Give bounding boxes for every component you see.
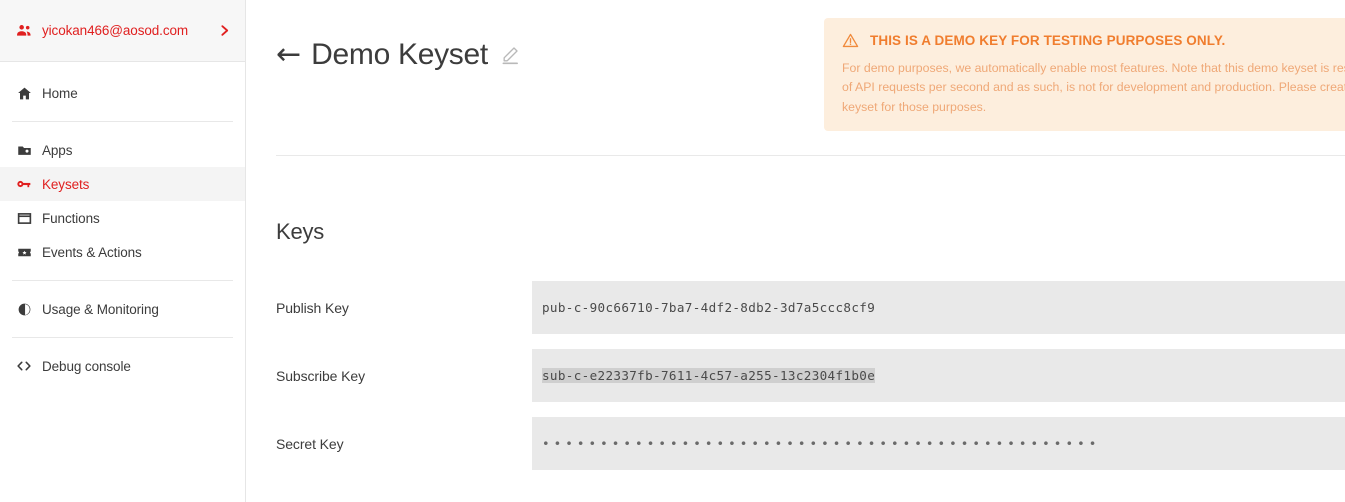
banner-header: THIS IS A DEMO KEY FOR TESTING PURPOSES …	[842, 32, 1345, 59]
publish-key-label: Publish Key	[276, 299, 349, 316]
code-brackets-icon	[10, 358, 38, 374]
window-icon	[10, 211, 38, 226]
sidebar-divider-2	[12, 280, 233, 281]
secret-key-label: Secret Key	[276, 435, 344, 452]
sidebar-item-label: Functions	[42, 210, 100, 226]
subscribe-key-field[interactable]: sub-c-e22337fb-7611-4c57-a255-13c2304f1b…	[532, 349, 1345, 402]
key-row-secret: Secret Key •••••••••••••••••••••••••••••…	[246, 417, 1345, 470]
events-icon	[10, 245, 38, 260]
publish-key-field[interactable]: pub-c-90c66710-7ba7-4df2-8db2-3d7a5ccc8c…	[532, 281, 1345, 334]
account-email: yicokan466@aosod.com	[42, 23, 189, 38]
sidebar-item-apps[interactable]: Apps	[0, 133, 245, 167]
app-root: yicokan466@aosod.com Home Apps Keysets F…	[0, 0, 1345, 502]
home-icon	[10, 86, 38, 101]
secret-key-value: ••••••••••••••••••••••••••••••••••••••••…	[542, 436, 1101, 451]
sidebar-item-keysets[interactable]: Keysets	[0, 167, 245, 201]
sidebar-divider-1	[12, 121, 233, 122]
key-icon	[10, 176, 38, 192]
subscribe-key-value: sub-c-e22337fb-7611-4c57-a255-13c2304f1b…	[542, 368, 876, 383]
sidebar-item-functions[interactable]: Functions	[0, 201, 245, 235]
account-switcher[interactable]: yicokan466@aosod.com	[0, 0, 245, 62]
keys-section-title: Keys	[276, 219, 325, 244]
banner-title: THIS IS A DEMO KEY FOR TESTING PURPOSES …	[870, 33, 1226, 48]
folder-icon	[10, 143, 38, 158]
key-row-subscribe: Subscribe Key sub-c-e22337fb-7611-4c57-a…	[246, 349, 1345, 402]
sidebar-item-usage-monitoring[interactable]: Usage & Monitoring	[0, 292, 245, 326]
chevron-right-icon[interactable]	[212, 24, 231, 37]
sidebar-item-label: Home	[42, 85, 78, 101]
sidebar-item-label: Apps	[42, 142, 73, 158]
sidebar-item-label: Keysets	[42, 176, 90, 192]
pencil-icon[interactable]	[500, 45, 520, 65]
banner-body-text: For demo purposes, we automatically enab…	[842, 61, 1345, 114]
page-title-group: ← Demo Keyset	[276, 18, 520, 78]
sidebar: yicokan466@aosod.com Home Apps Keysets F…	[0, 0, 246, 502]
demo-key-warning-banner: THIS IS A DEMO KEY FOR TESTING PURPOSES …	[824, 18, 1345, 132]
header-divider	[276, 155, 1345, 156]
pie-chart-icon	[10, 302, 38, 317]
sidebar-item-label: Debug console	[42, 358, 131, 374]
sidebar-nav: Home Apps Keysets Functions Events & Act…	[0, 62, 245, 383]
sidebar-item-debug-console[interactable]: Debug console	[0, 349, 245, 383]
sidebar-item-events-actions[interactable]: Events & Actions	[0, 235, 245, 269]
secret-key-field[interactable]: ••••••••••••••••••••••••••••••••••••••••…	[532, 417, 1345, 470]
page-title: Demo Keyset	[311, 38, 488, 71]
key-row-publish: Publish Key pub-c-90c66710-7ba7-4df2-8db…	[246, 281, 1345, 334]
subscribe-key-label: Subscribe Key	[276, 367, 365, 384]
back-arrow-icon[interactable]: ←	[276, 40, 311, 70]
sidebar-item-home[interactable]: Home	[0, 76, 245, 110]
sidebar-item-label: Events & Actions	[42, 244, 142, 260]
main-content: ← Demo Keyset THIS IS A DEMO KEY FOR TES…	[246, 0, 1345, 502]
people-icon	[10, 22, 38, 39]
publish-key-value: pub-c-90c66710-7ba7-4df2-8db2-3d7a5ccc8c…	[542, 300, 876, 315]
warning-triangle-icon	[842, 32, 864, 49]
sidebar-item-label: Usage & Monitoring	[42, 301, 159, 317]
sidebar-divider-3	[12, 337, 233, 338]
